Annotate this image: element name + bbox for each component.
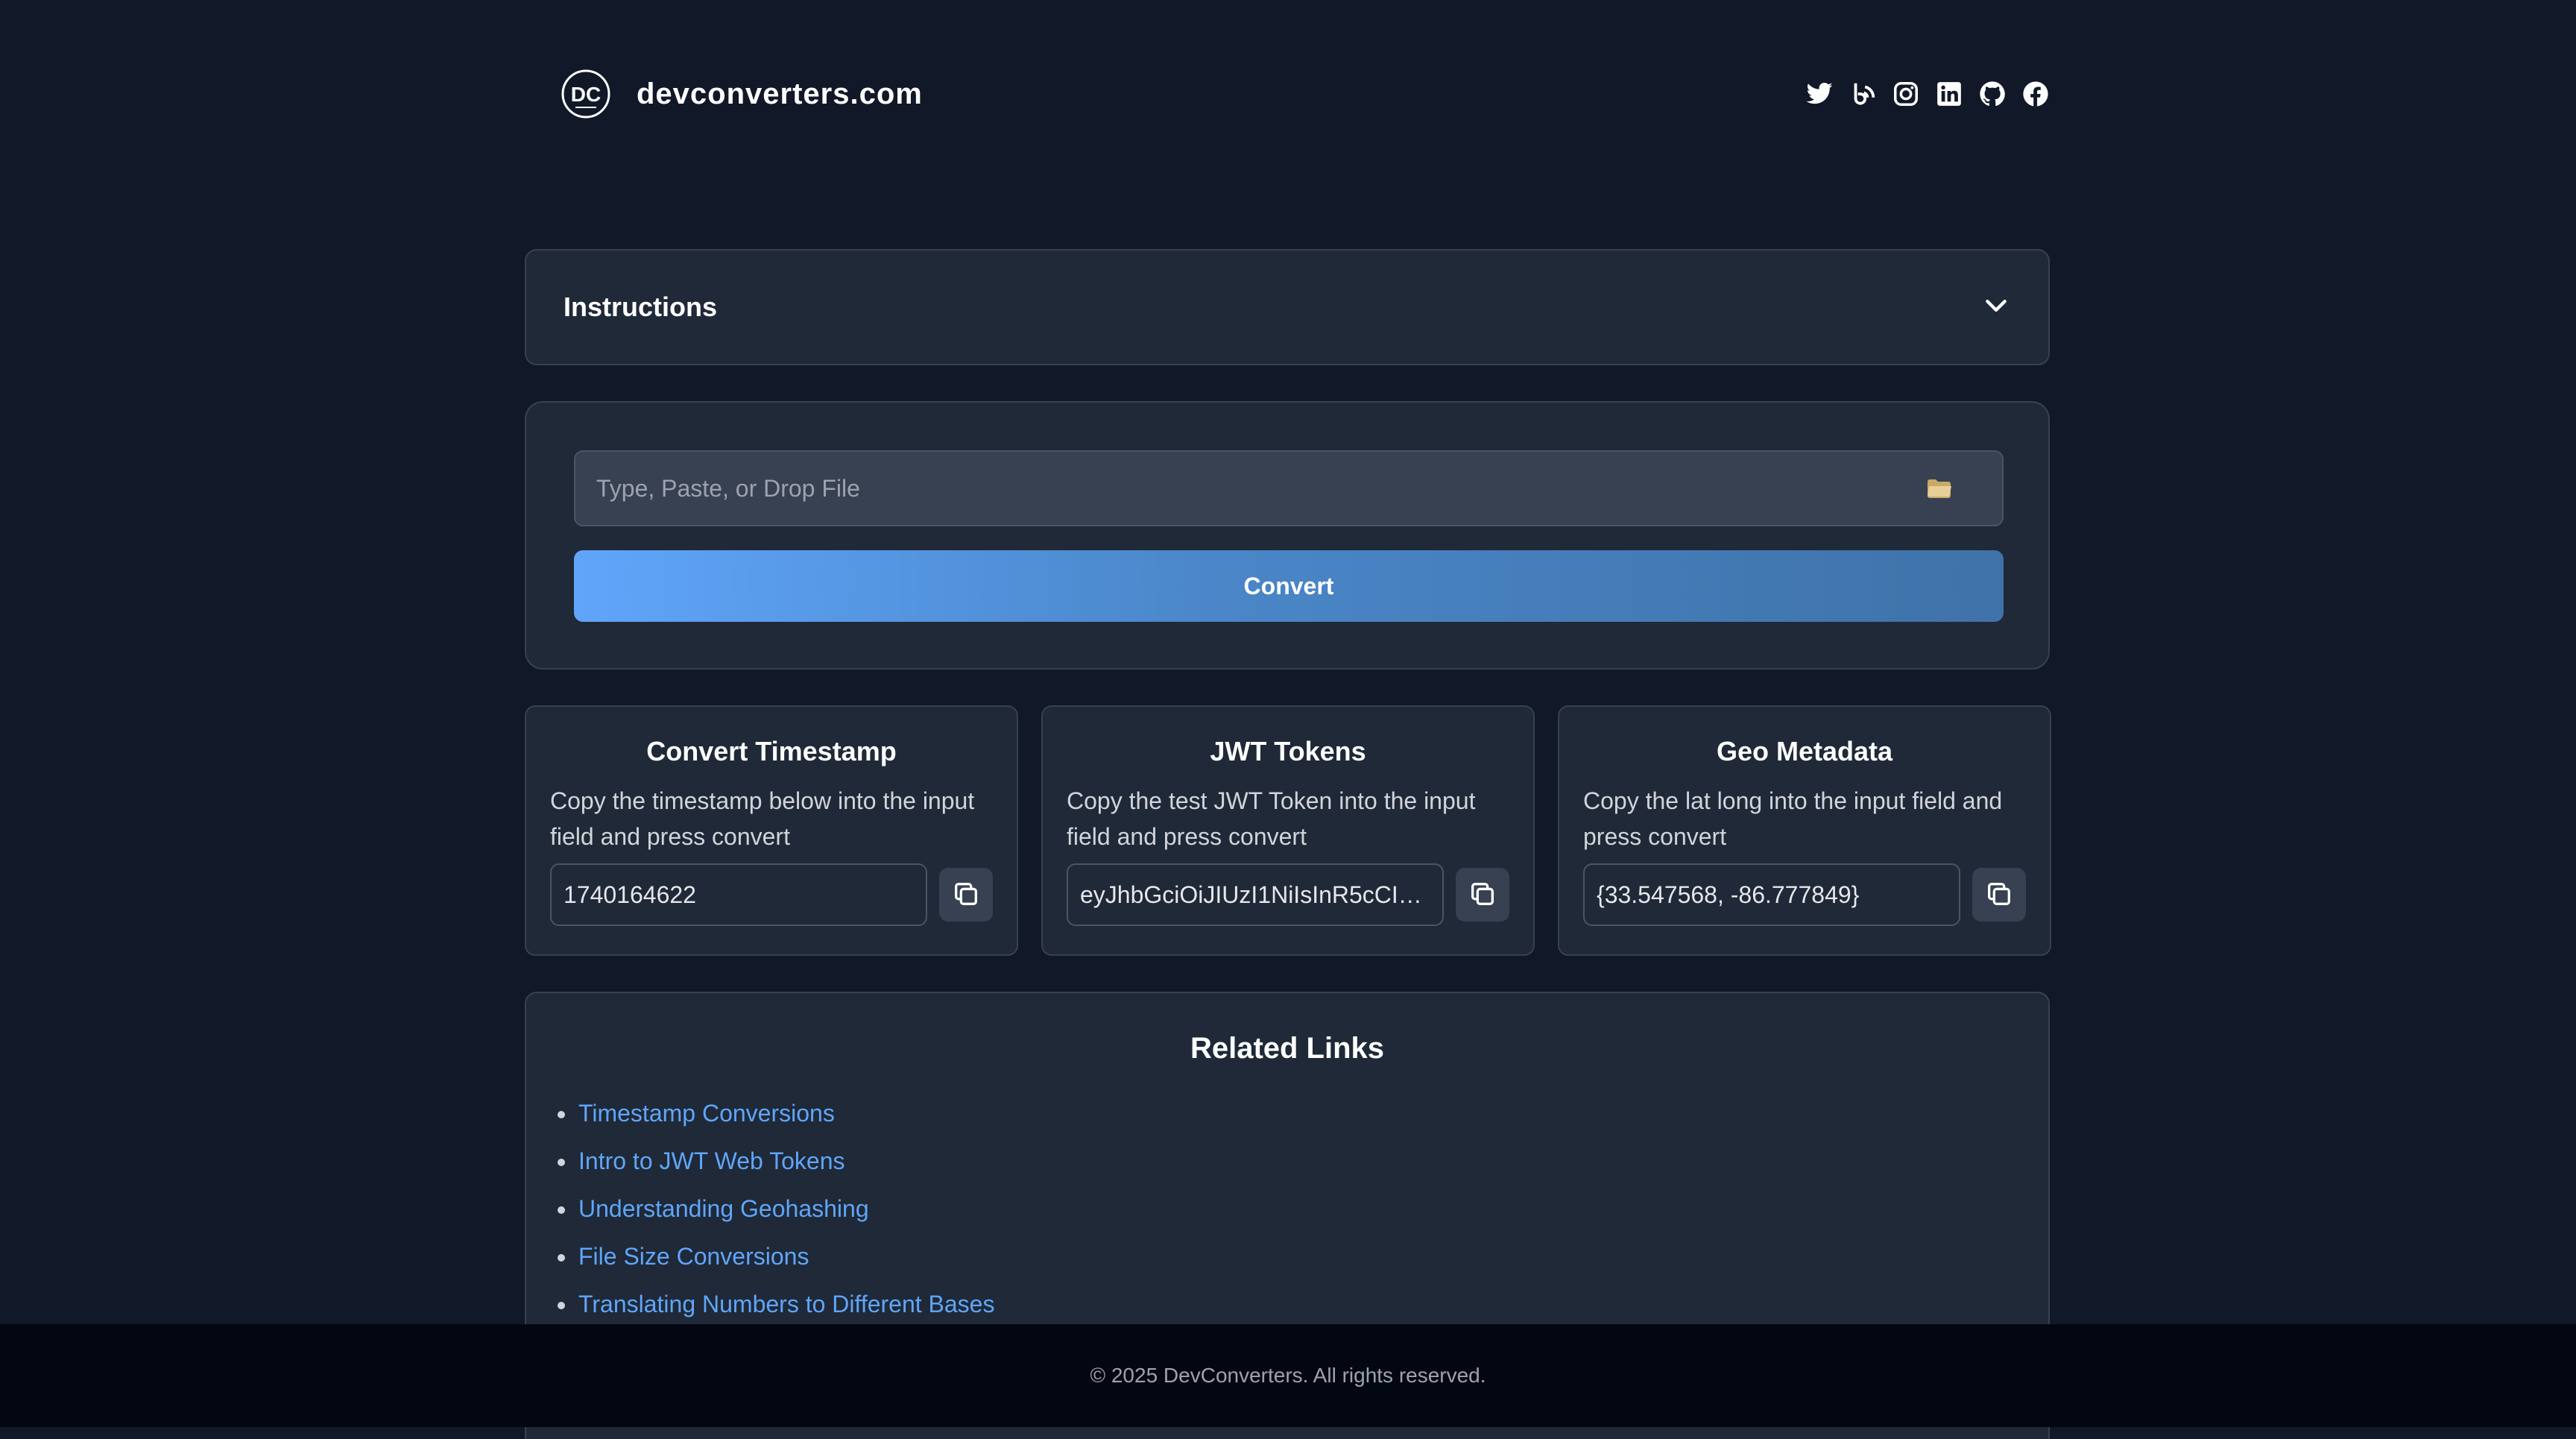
card-input-row bbox=[1067, 863, 1509, 926]
instructions-accordion[interactable]: Instructions bbox=[525, 249, 2050, 365]
jwt-example-field[interactable] bbox=[1067, 863, 1444, 926]
geo-example-field[interactable] bbox=[1583, 863, 1960, 926]
svg-text:DC: DC bbox=[571, 83, 601, 106]
list-item: File Size Conversions bbox=[558, 1232, 2048, 1280]
copy-icon bbox=[1468, 879, 1497, 911]
blog-icon[interactable] bbox=[1849, 80, 1877, 108]
copy-timestamp-button[interactable] bbox=[939, 868, 993, 922]
converter-panel: Convert bbox=[525, 401, 2050, 670]
card-title: JWT Tokens bbox=[1210, 736, 1366, 766]
related-links-list: Timestamp Conversions Intro to JWT Web T… bbox=[526, 1089, 2048, 1328]
site-footer: © 2025 DevConverters. All rights reserve… bbox=[0, 1324, 2576, 1427]
social-links bbox=[1805, 80, 2050, 108]
folder-icon[interactable] bbox=[1916, 477, 1963, 500]
copy-icon bbox=[951, 879, 981, 911]
card-title: Convert Timestamp bbox=[646, 736, 897, 766]
card-input-row bbox=[550, 863, 993, 926]
list-item: Translating Numbers to Different Bases bbox=[558, 1280, 2048, 1328]
site-header: DC devconverters.com bbox=[561, 66, 2050, 122]
copy-jwt-button[interactable] bbox=[1456, 868, 1509, 922]
twitter-icon[interactable] bbox=[1805, 80, 1834, 108]
list-item: Intro to JWT Web Tokens bbox=[558, 1137, 2048, 1185]
chevron-down-icon[interactable] bbox=[1981, 291, 2011, 324]
related-link-timestamp[interactable]: Timestamp Conversions bbox=[578, 1100, 835, 1127]
linkedin-icon[interactable] bbox=[1935, 80, 1963, 108]
converter-input-wrapper bbox=[574, 450, 2004, 526]
copy-icon bbox=[1984, 879, 2014, 911]
brand[interactable]: DC devconverters.com bbox=[561, 69, 923, 119]
related-link-file-size[interactable]: File Size Conversions bbox=[578, 1243, 809, 1270]
facebook-icon[interactable] bbox=[2021, 80, 2050, 108]
converter-input[interactable] bbox=[595, 473, 1916, 503]
copyright-text: © 2025 DevConverters. All rights reserve… bbox=[1090, 1364, 1486, 1387]
related-links-title: Related Links bbox=[1190, 1032, 1385, 1065]
logo-icon[interactable]: DC bbox=[561, 69, 611, 119]
card-jwt-tokens: JWT Tokens Copy the test JWT Token into … bbox=[1041, 705, 1535, 956]
card-convert-timestamp: Convert Timestamp Copy the timestamp bel… bbox=[525, 705, 1018, 956]
card-input-row bbox=[1583, 863, 2026, 926]
timestamp-example-field[interactable] bbox=[550, 863, 927, 926]
card-title: Geo Metadata bbox=[1716, 736, 1893, 766]
copy-geo-button[interactable] bbox=[1972, 868, 2026, 922]
list-item: Understanding Geohashing bbox=[558, 1185, 2048, 1232]
github-icon[interactable] bbox=[1978, 80, 2007, 108]
related-link-geohashing[interactable]: Understanding Geohashing bbox=[578, 1195, 869, 1223]
card-description: Copy the lat long into the input field a… bbox=[1583, 787, 2003, 850]
instagram-icon[interactable] bbox=[1892, 80, 1920, 108]
card-description: Copy the timestamp below into the input … bbox=[550, 787, 975, 850]
instructions-title: Instructions bbox=[564, 292, 718, 322]
related-link-number-bases[interactable]: Translating Numbers to Different Bases bbox=[578, 1291, 994, 1318]
card-geo-metadata: Geo Metadata Copy the lat long into the … bbox=[1558, 705, 2051, 956]
related-link-jwt[interactable]: Intro to JWT Web Tokens bbox=[578, 1147, 845, 1175]
list-item: Timestamp Conversions bbox=[558, 1089, 2048, 1137]
card-description: Copy the test JWT Token into the input f… bbox=[1067, 787, 1476, 850]
convert-button[interactable]: Convert bbox=[574, 550, 2004, 622]
site-name[interactable]: devconverters.com bbox=[637, 78, 923, 111]
